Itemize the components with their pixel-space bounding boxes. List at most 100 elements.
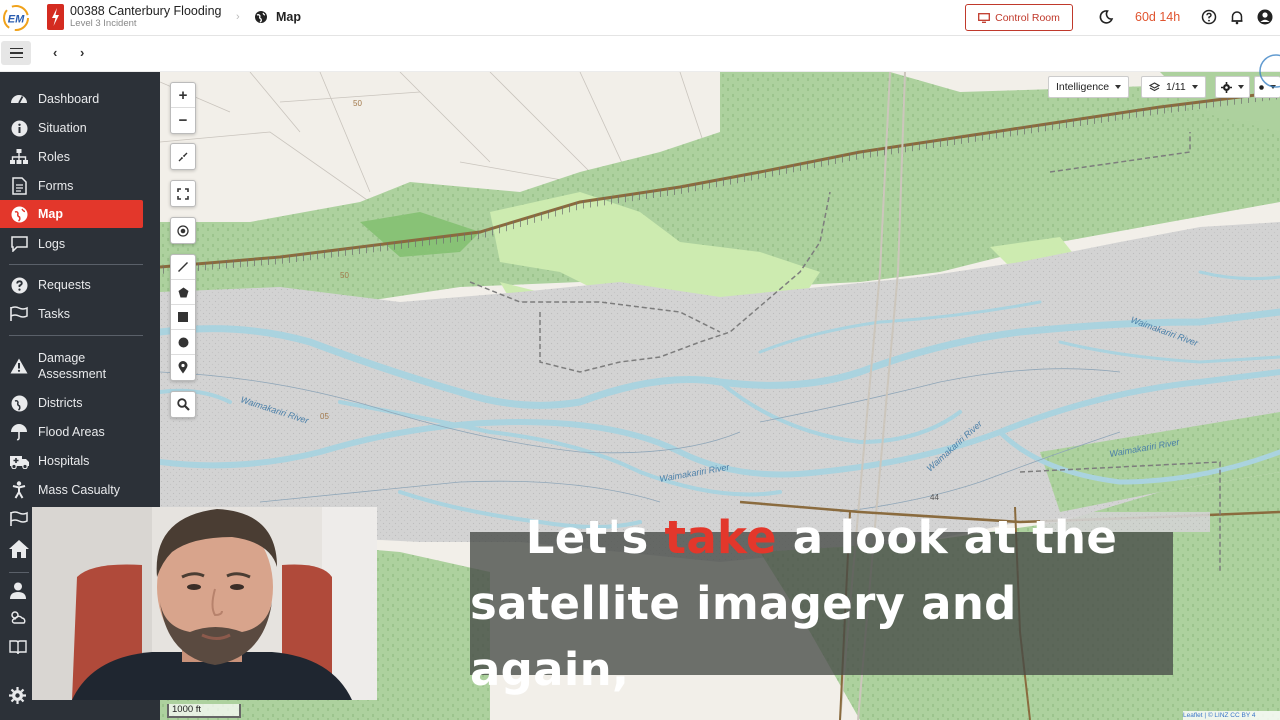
weather-icon[interactable] — [9, 609, 27, 625]
sidebar-item-label: Districts — [38, 396, 83, 410]
layer-count: 1/11 — [1166, 81, 1186, 93]
caret-down-icon — [1115, 85, 1122, 89]
sidebar-item-tasks[interactable]: Tasks — [0, 300, 143, 328]
sidebar-item-map[interactable]: Map — [0, 200, 143, 228]
draw-polygon-icon[interactable] — [171, 280, 195, 305]
gear-icon — [1221, 81, 1232, 93]
layer-group-label: Intelligence — [1056, 81, 1110, 93]
fullscreen-icon[interactable] — [171, 181, 195, 206]
hamburger-line — [9, 56, 23, 59]
bell-icon[interactable] — [1229, 9, 1245, 25]
back-button[interactable]: ‹ — [53, 45, 57, 60]
draw-marker-icon[interactable] — [171, 355, 195, 380]
sidebar-item-label: Situation — [38, 121, 87, 135]
sidebar-item-flood-areas[interactable]: Flood Areas — [0, 418, 143, 446]
sidebar-item-dashboard[interactable]: Dashboard — [0, 85, 143, 113]
globe-icon — [255, 11, 267, 23]
presenter-image — [32, 507, 377, 700]
map-settings-dropdown[interactable] — [1215, 76, 1250, 98]
flag-icon[interactable] — [9, 511, 29, 527]
draw-rectangle-icon[interactable] — [171, 305, 195, 330]
sidebar-item-label: Dashboard — [38, 92, 100, 106]
ambulance-icon — [9, 451, 29, 471]
sidebar-item-label: Damage Assessment — [38, 351, 107, 381]
contour-label: 50 — [353, 99, 362, 108]
presenter-webcam-video — [32, 507, 377, 700]
sidebar-item-logs[interactable]: Logs — [0, 230, 143, 258]
incident-timer[interactable]: 60d 14h — [1135, 10, 1180, 24]
locate-icon[interactable] — [171, 218, 195, 243]
secondary-toolbar: ‹ › — [0, 36, 1280, 72]
em-logo-icon[interactable]: EM — [2, 4, 30, 32]
sidebar-item-forms[interactable]: Forms — [0, 172, 143, 200]
caption-highlight-word: take — [664, 510, 777, 564]
info-icon — [9, 118, 29, 138]
sidebar-item-damage-assessment[interactable]: Damage Assessment — [0, 348, 143, 384]
caret-down-icon — [1191, 85, 1198, 89]
zoom-in-button[interactable]: + — [171, 83, 195, 108]
sidebar-item-label: Logs — [38, 237, 66, 251]
sidebar-item-label: Map — [38, 207, 63, 221]
contour-label: 50 — [340, 271, 349, 280]
org-chart-icon — [9, 147, 29, 167]
book-icon[interactable] — [9, 640, 27, 655]
monitor-icon — [978, 12, 991, 23]
flag-icon — [9, 304, 29, 324]
caption-text: Let's — [525, 510, 665, 564]
top-bar: EM 00388 Canterbury Flooding Level 3 Inc… — [0, 0, 1280, 36]
control-room-label: Control Room — [995, 11, 1060, 24]
help-icon[interactable] — [1201, 9, 1217, 25]
fullscreen-control — [170, 180, 196, 207]
reset-view-control — [170, 143, 196, 170]
draw-toolbar — [170, 254, 196, 381]
globe-icon — [9, 393, 29, 413]
zoom-out-button[interactable]: − — [171, 108, 195, 133]
dark-mode-icon[interactable] — [1098, 9, 1114, 25]
incident-title[interactable]: 00388 Canterbury Flooding — [70, 4, 222, 18]
menu-toggle-button[interactable] — [1, 41, 31, 65]
loading-spinner-icon — [1259, 54, 1280, 88]
sidebar-item-requests[interactable]: Requests — [0, 271, 143, 299]
sidebar-item-mass-casualty[interactable]: Mass Casualty — [0, 476, 143, 504]
sidebar-item-roles[interactable]: Roles — [0, 143, 143, 171]
warning-icon — [9, 356, 29, 376]
layers-icon — [1149, 81, 1160, 91]
sidebar-item-label: Forms — [38, 179, 74, 193]
locate-control — [170, 217, 196, 244]
layers-count-dropdown[interactable]: 1/11 — [1141, 76, 1206, 98]
person-icon — [9, 480, 29, 500]
caret-down-icon — [1238, 85, 1244, 89]
draw-circle-icon[interactable] — [171, 330, 195, 355]
user-avatar-icon[interactable] — [1257, 9, 1273, 25]
draw-line-icon[interactable] — [171, 255, 195, 280]
sidebar-item-situation[interactable]: Situation — [0, 114, 143, 142]
breadcrumb-separator: › — [236, 11, 240, 23]
sidebar-item-hospitals[interactable]: Hospitals — [0, 447, 143, 475]
spot-height-label: 44 — [930, 493, 939, 502]
caption-text: a look at the — [776, 510, 1118, 564]
sidebar-item-districts[interactable]: Districts — [0, 389, 143, 417]
caption-line-2: satellite imagery and again, — [470, 576, 1017, 696]
hamburger-line — [9, 52, 23, 54]
home-icon[interactable] — [9, 540, 29, 558]
collapse-arrows-icon[interactable] — [171, 144, 195, 169]
sidebar-item-label: Mass Casualty — [38, 483, 120, 497]
page-title: Map — [276, 10, 301, 24]
sidebar-item-label: Roles — [38, 150, 70, 164]
control-room-button[interactable]: Control Room — [965, 4, 1073, 31]
sidebar-divider — [9, 264, 143, 265]
sidebar-item-label: Tasks — [38, 307, 70, 321]
user-icon[interactable] — [10, 582, 26, 599]
sidebar-item-label: Hospitals — [38, 454, 90, 468]
map-attribution[interactable]: Leaflet | © LINZ CC BY 4 — [1183, 711, 1280, 720]
subtitle-caption: Let's take a look at the satellite image… — [470, 511, 1173, 696]
logo-text: EM — [8, 14, 25, 26]
layer-group-dropdown[interactable]: Intelligence — [1048, 76, 1130, 98]
hamburger-line — [9, 47, 23, 50]
forward-button[interactable]: › — [80, 45, 84, 60]
dashboard-icon — [9, 89, 29, 109]
question-icon — [9, 275, 29, 295]
sidebar-item-label: Flood Areas — [38, 425, 105, 439]
gear-icon[interactable] — [9, 687, 26, 704]
search-icon[interactable] — [171, 392, 195, 417]
